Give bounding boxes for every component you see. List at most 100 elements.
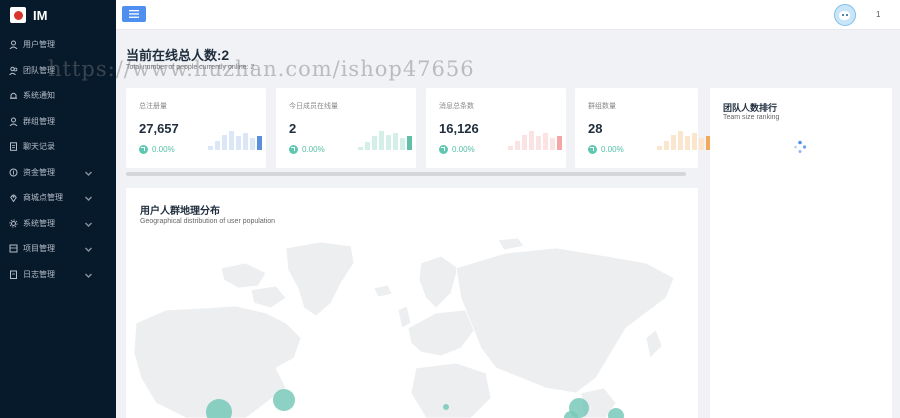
sidebar-item-3[interactable]: 系统通知 [0, 83, 116, 109]
bell-icon [10, 93, 17, 100]
sidebar-item-7[interactable]: 商城点管理 [0, 185, 116, 211]
sidebar-item-label: 资金管理 [23, 167, 55, 177]
sparkline-bar [222, 135, 227, 150]
sparkline-bar [508, 146, 513, 150]
team-ranking-panel: 团队人数排行 Team size ranking [710, 88, 892, 418]
sidebar-item-1[interactable]: 用户管理 [0, 32, 116, 58]
stat-change: 0.00% [439, 145, 475, 154]
watermark-text: https://www.huzhan.com/ishop47656 [48, 57, 475, 81]
log-icon [10, 270, 17, 279]
sparkline-bar [522, 135, 527, 150]
group-icon [9, 117, 18, 126]
project-icon [9, 244, 18, 253]
header-count[interactable]: 1 [876, 10, 880, 19]
map-region-novaya-zemlya [497, 237, 525, 251]
app-name: IM [33, 7, 48, 23]
sparkline-bar [372, 136, 377, 150]
hamburger-icon [129, 10, 139, 18]
map-region-scandinavia [418, 255, 459, 309]
stat-value: 2 [289, 121, 297, 136]
sparkline-bar [386, 135, 391, 150]
stat-card-1: 总注册量 27,657 0.00% [126, 88, 266, 168]
horizontal-scrollbar[interactable] [126, 172, 686, 176]
document-icon [10, 142, 17, 152]
sparkline-bar [243, 133, 248, 150]
sparkline-bar [379, 131, 384, 150]
gear-icon [9, 219, 18, 228]
map-region-arctic-islands-2 [250, 285, 287, 309]
sparkline-bar [229, 131, 234, 150]
stat-sparkline [358, 131, 412, 150]
sidebar-item-label: 日志管理 [23, 269, 55, 279]
avatar-eye-right [846, 14, 848, 16]
stat-sparkline [208, 131, 262, 150]
sidebar-item-label: 群组管理 [23, 116, 55, 126]
stat-change-value: 0.00% [452, 145, 475, 154]
brand[interactable]: IM [0, 0, 116, 30]
stat-label: 总注册量 [139, 103, 167, 110]
sparkline-bar [393, 133, 398, 150]
sidebar-item-6[interactable]: 资金管理 [0, 160, 116, 186]
stat-change: 0.00% [139, 145, 175, 154]
trend-up-icon [289, 145, 298, 154]
stat-card-4: 群组数量 28 0.00% [575, 88, 711, 168]
sparkline-bar [407, 136, 412, 150]
stat-card-2: 今日成员在线量 2 0.00% [276, 88, 416, 168]
sparkline-bar [365, 142, 370, 150]
world-map[interactable] [126, 228, 698, 418]
stat-sparkline [657, 131, 711, 150]
sidebar-item-label: 用户管理 [23, 40, 55, 50]
stat-card-3: 消息总条数 16,126 0.00% [426, 88, 566, 168]
sparkline-bar [543, 133, 548, 150]
team-ranking-title: 团队人数排行 [723, 103, 778, 113]
user-icon [9, 40, 18, 50]
map-marker-east-us [273, 389, 295, 411]
stat-value: 16,126 [439, 121, 479, 136]
stat-label: 今日成员在线量 [289, 103, 338, 110]
chevron-down-icon [85, 247, 92, 252]
sparkline-bar [692, 133, 697, 150]
menu-toggle-button[interactable] [122, 6, 146, 22]
map-region-europe [407, 309, 477, 357]
avatar-face [839, 11, 850, 20]
sidebar-item-9[interactable]: 项目管理 [0, 236, 116, 262]
top-header: 1 [116, 0, 900, 30]
sidebar-item-label: 系统通知 [23, 91, 55, 101]
avatar-eye-left [842, 14, 844, 16]
sidebar-item-label: 商城点管理 [23, 193, 63, 203]
map-panel: 用户人群地理分布 Geographical distribution of us… [126, 188, 698, 418]
sparkline-bar [550, 138, 555, 150]
sparkline-bar [236, 136, 241, 150]
avatar[interactable] [834, 4, 856, 26]
sparkline-bar [557, 136, 562, 150]
map-region-greenland [285, 241, 355, 317]
sparkline-bar [664, 141, 669, 150]
map-marker-europe [443, 404, 449, 410]
map-region-japan [645, 329, 663, 359]
sidebar-item-5[interactable]: 聊天记录 [0, 134, 116, 160]
sidebar-item-label: 系统管理 [23, 218, 55, 228]
team-icon [9, 66, 18, 75]
stat-change-value: 0.00% [302, 145, 325, 154]
trend-up-icon [439, 145, 448, 154]
sparkline-bar [215, 141, 220, 150]
sparkline-bar [678, 131, 683, 150]
sparkline-bar [685, 136, 690, 150]
trend-up-icon [588, 145, 597, 154]
money-icon [9, 168, 18, 177]
stat-sparkline [508, 131, 562, 150]
sparkline-bar [400, 138, 405, 150]
app-logo [10, 7, 26, 23]
stat-change: 0.00% [289, 145, 325, 154]
sparkline-bar [208, 146, 213, 150]
map-region-uk [397, 305, 412, 329]
sparkline-bar [671, 135, 676, 150]
sparkline-bar [250, 138, 255, 150]
team-ranking-subtitle: Team size ranking [723, 114, 780, 121]
sidebar-item-4[interactable]: 群组管理 [0, 109, 116, 135]
stat-label: 群组数量 [588, 103, 616, 110]
sparkline-bar [657, 146, 662, 150]
sidebar-item-8[interactable]: 系统管理 [0, 211, 116, 237]
sidebar-item-10[interactable]: 日志管理 [0, 262, 116, 288]
stat-change-value: 0.00% [601, 145, 624, 154]
